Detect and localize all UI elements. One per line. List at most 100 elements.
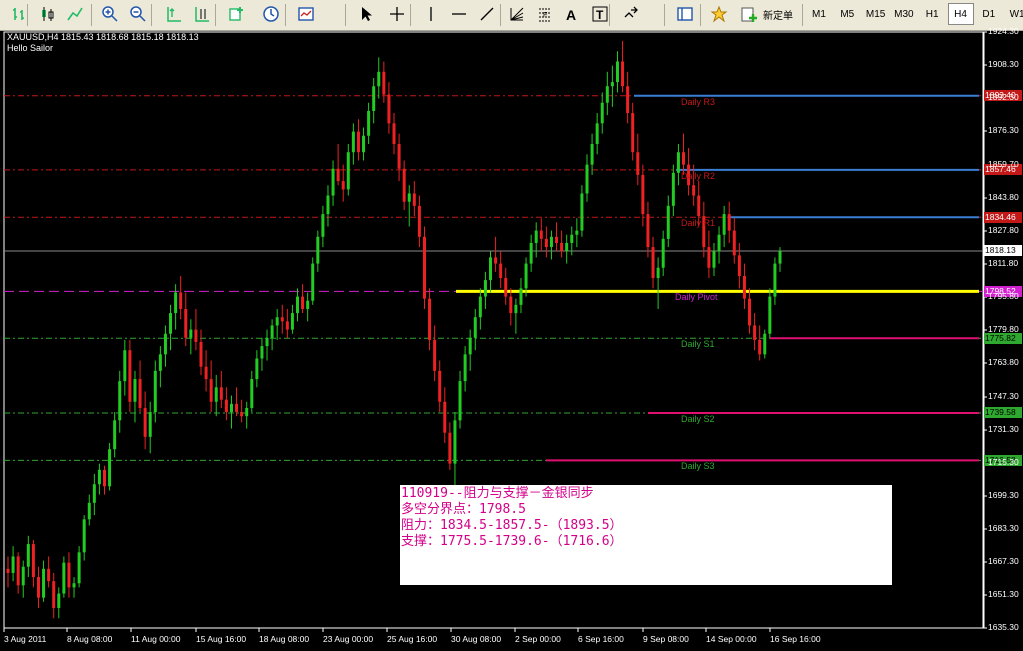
candle-body <box>585 164 589 194</box>
timeframe-m30[interactable]: M30 <box>891 3 917 25</box>
timeframe-h1[interactable]: H1 <box>919 3 945 25</box>
toolbar-separator <box>802 4 803 26</box>
candlestick-icon[interactable] <box>36 3 58 25</box>
svg-text:A: A <box>566 7 576 23</box>
candle-body <box>321 214 325 237</box>
toolbar: F A T 新定单 M1 M5 M15 M30 H1 H4 D1 W1 <box>0 0 1023 31</box>
text-label-icon[interactable]: T <box>589 3 611 25</box>
zoom-in-icon[interactable] <box>99 3 121 25</box>
vertical-line-icon[interactable] <box>420 3 442 25</box>
zoom-out-icon[interactable] <box>127 3 149 25</box>
candle-body <box>123 350 127 382</box>
timeframe-w1[interactable]: W1 <box>1004 3 1023 25</box>
note-resistance: 阻力：1834.5-1857.5-（1893.5） <box>401 518 623 533</box>
candle-body <box>600 102 604 124</box>
arrows-icon[interactable] <box>620 3 642 25</box>
periods-icon[interactable] <box>260 3 282 25</box>
candle-body <box>108 449 112 487</box>
candle-body <box>11 556 15 573</box>
timeframe-m1[interactable]: M1 <box>806 3 832 25</box>
candle-body <box>97 469 101 485</box>
candle-body <box>169 313 173 334</box>
candle-body <box>509 296 513 314</box>
candle-body <box>21 566 25 586</box>
candle-body <box>285 321 289 330</box>
level-label-daily-s2: Daily S2 <box>681 413 715 424</box>
candle-body <box>331 168 335 196</box>
auto-scroll-icon[interactable] <box>163 3 185 25</box>
crosshair-icon[interactable] <box>386 3 408 25</box>
candle-body <box>235 403 239 413</box>
candle-body <box>549 236 553 248</box>
level-label-daily-s3: Daily S3 <box>681 461 715 472</box>
candle-body <box>42 568 46 598</box>
timeframe-m5[interactable]: M5 <box>834 3 860 25</box>
new-order-button-label[interactable]: 新定单 <box>760 3 796 25</box>
candle-body <box>57 593 61 608</box>
x-tick-label: 16 Sep 16:00 <box>770 634 821 644</box>
y-tick-label: 1811.80 <box>988 258 1019 268</box>
timeframe-h4[interactable]: H4 <box>947 3 974 25</box>
candle-body <box>524 263 528 289</box>
toolbar-separator <box>27 4 28 26</box>
candle-body <box>265 337 269 347</box>
candle-body <box>590 143 594 165</box>
candle-body <box>209 379 213 402</box>
candle-body <box>712 251 716 268</box>
candle-body <box>301 296 305 309</box>
line-chart-icon[interactable] <box>64 3 86 25</box>
expert-advisors-icon[interactable] <box>708 3 730 25</box>
level-label-daily-pivot: Daily Pivot <box>675 292 718 303</box>
fibonacci-icon[interactable]: F <box>534 3 556 25</box>
y-tick-label: 1843.80 <box>988 192 1019 202</box>
candle-body <box>707 247 711 268</box>
candle-body <box>387 94 391 124</box>
x-tick-label: 2 Sep 00:00 <box>515 634 561 644</box>
templates-icon[interactable] <box>295 3 317 25</box>
candle-body <box>641 174 645 215</box>
level-label-daily-r2: Daily R2 <box>681 170 716 181</box>
chart-info: XAUUSD,H4 1815.43 1818.68 1815.18 1818.1… <box>7 32 199 54</box>
cursor-icon[interactable] <box>356 3 378 25</box>
timeframe-d1[interactable]: D1 <box>976 3 1002 25</box>
candle-body <box>316 236 320 264</box>
indicators-icon[interactable] <box>226 3 248 25</box>
candle-body <box>448 432 452 464</box>
candle-body <box>666 205 670 239</box>
timeframe-m15[interactable]: M15 <box>863 3 889 25</box>
candle-body <box>407 193 411 202</box>
candle-body <box>417 205 421 237</box>
chart-shift-icon[interactable] <box>191 3 213 25</box>
x-tick-label: 6 Sep 16:00 <box>578 634 624 644</box>
candle-body <box>646 214 650 248</box>
candle-body <box>275 317 279 326</box>
candle-body <box>671 172 675 206</box>
candle-body <box>311 263 315 301</box>
note-support: 支撑：1775.5-1739.6-（1716.6） <box>401 534 623 549</box>
navigator-icon[interactable] <box>674 3 696 25</box>
horizontal-line-icon[interactable] <box>448 3 470 25</box>
candle-body <box>189 329 193 338</box>
level-label-daily-r1: Daily R1 <box>681 218 716 229</box>
candle-body <box>229 403 233 413</box>
candle-body <box>697 195 701 217</box>
fibonacci-fan-icon[interactable] <box>506 3 528 25</box>
candle-body <box>580 193 584 231</box>
candle-body <box>615 61 619 83</box>
toolbar-separator <box>215 4 216 26</box>
y-tick-label: 1715.30 <box>988 457 1019 468</box>
y-tick-label: 1876.30 <box>988 124 1019 135</box>
level-label-daily-r3: Daily R3 <box>681 96 716 107</box>
candle-body <box>356 131 360 153</box>
candle-body <box>336 168 340 182</box>
candle-body <box>499 263 503 279</box>
candle-body <box>514 304 518 314</box>
candle-body <box>636 152 640 175</box>
candle-body <box>351 131 355 153</box>
new-order-icon[interactable] <box>738 3 760 25</box>
candle-body <box>727 214 731 231</box>
candle-body <box>67 562 71 588</box>
text-icon[interactable]: A <box>561 3 583 25</box>
trendline-icon[interactable] <box>476 3 498 25</box>
chart-window[interactable]: XAUUSD,H4 1815.43 1818.68 1815.18 1818.1… <box>0 26 1023 651</box>
